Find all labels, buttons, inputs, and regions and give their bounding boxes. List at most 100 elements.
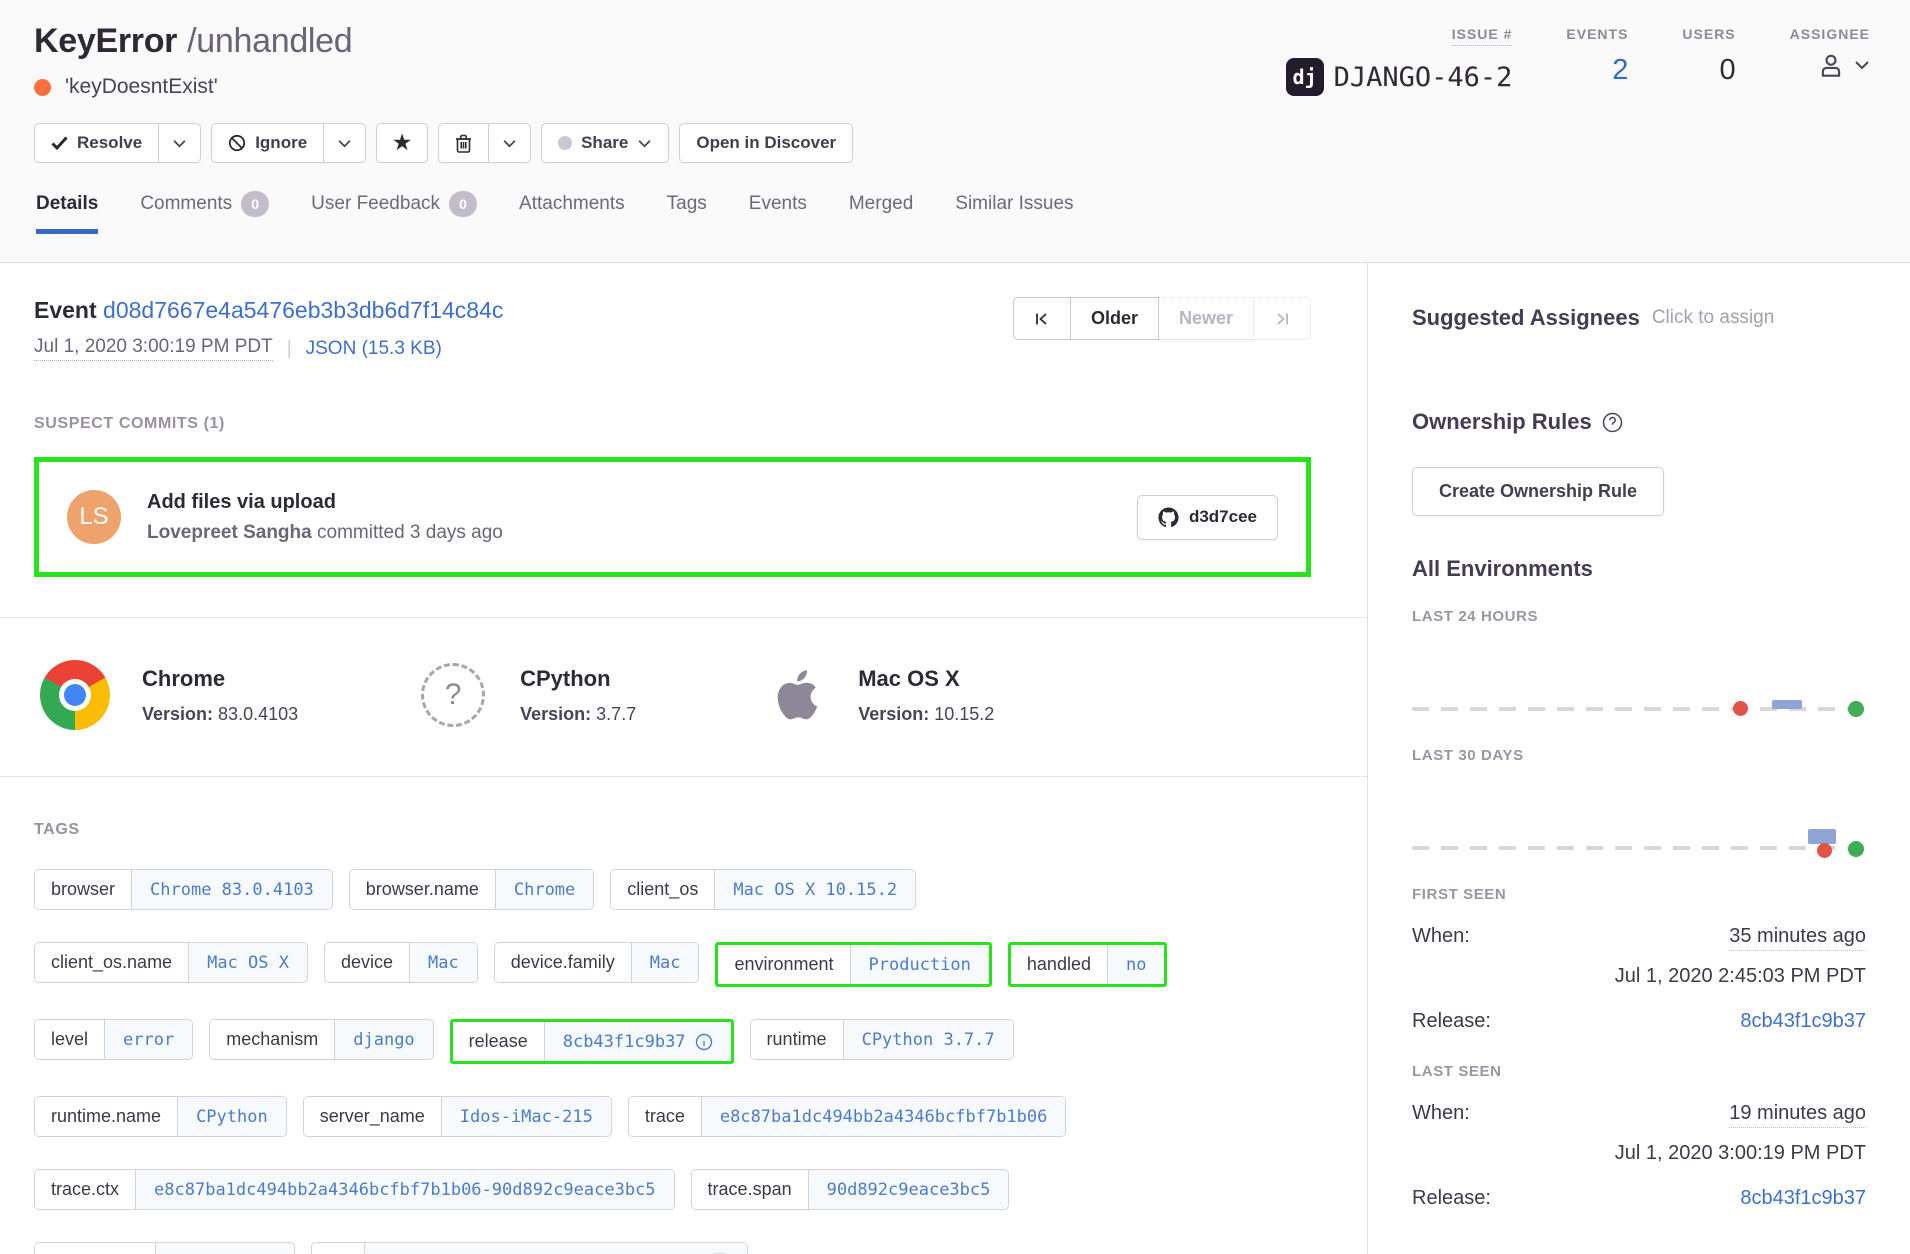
tag-value-link[interactable]: django <box>334 1020 432 1059</box>
tab-label: Comments <box>140 193 232 215</box>
tag-browser.name: browser.nameChrome <box>349 869 594 910</box>
trash-icon <box>455 134 472 153</box>
avatar: LS <box>67 490 121 544</box>
bookmark-button[interactable]: ★ <box>376 123 428 163</box>
release-label: Release: <box>1412 1010 1491 1033</box>
events-count[interactable]: 2 <box>1612 54 1628 87</box>
tag-value-link[interactable]: Mac <box>631 943 699 982</box>
tab-similar-issues[interactable]: Similar Issues <box>955 191 1073 233</box>
assignee-dropdown[interactable] <box>1816 50 1870 80</box>
resolve-dropdown-button[interactable] <box>159 123 201 163</box>
page-title: KeyError/unhandled <box>34 22 352 61</box>
tag-value-link[interactable]: http://localhost:8000/unhandled <box>364 1243 746 1254</box>
suspect-commit-row: LS Add files via upload Lovepreet Sangha… <box>34 457 1311 577</box>
tab-badge: 0 <box>449 191 477 217</box>
tag-key: transaction <box>35 1243 155 1254</box>
oldest-event-button[interactable] <box>1013 297 1071 340</box>
when-label: When: <box>1412 1102 1470 1125</box>
first-seen-absolute: Jul 1, 2020 2:45:03 PM PDT <box>1412 965 1866 988</box>
delete-dropdown-button[interactable] <box>489 123 531 163</box>
skip-to-latest-button[interactable] <box>1254 297 1311 340</box>
event-id-link[interactable]: d08d7667e4a5476eb3b3db6d7f14c84c <box>103 297 503 323</box>
delete-button[interactable] <box>438 123 489 163</box>
tag-value-link[interactable]: no <box>1107 945 1164 984</box>
tag-value-link[interactable]: Production <box>850 945 989 984</box>
last-seen-release-link[interactable]: 8cb43f1c9b37 <box>1740 1187 1866 1210</box>
suggested-assignees-title: Suggested Assignees <box>1412 305 1640 331</box>
tag-value-link[interactable]: error <box>104 1020 192 1059</box>
tags-heading: TAGS <box>34 821 1311 839</box>
create-ownership-rule-button[interactable]: Create Ownership Rule <box>1412 467 1664 516</box>
tab-label: Merged <box>849 193 913 215</box>
release-label: Release: <box>1412 1187 1491 1210</box>
tag-value-link[interactable]: Mac OS X <box>188 943 307 982</box>
click-to-assign-hint: Click to assign <box>1652 307 1775 329</box>
tag-value-link[interactable]: 8cb43f1c9b37 <box>544 1022 731 1061</box>
tab-user-feedback[interactable]: User Feedback0 <box>311 191 477 233</box>
chevron-down-icon <box>637 139 652 148</box>
tag-value-link[interactable]: 90d892c9eace3bc5 <box>808 1170 1009 1209</box>
tag-release: release8cb43f1c9b37 <box>450 1019 734 1064</box>
tag-value-link[interactable]: Mac <box>409 943 477 982</box>
tag-key: url <box>312 1243 364 1254</box>
tab-label: Events <box>749 193 807 215</box>
commit-sha-button[interactable]: d3d7cee <box>1137 495 1278 540</box>
event-timestamp: Jul 1, 2020 3:00:19 PM PDT <box>34 336 273 361</box>
chevron-down-icon <box>337 139 352 148</box>
tag-value-link[interactable]: e8c87ba1dc494bb2a4346bcfbf7b1b06 <box>701 1097 1066 1136</box>
tag-value-link[interactable]: e8c87ba1dc494bb2a4346bcfbf7b1b06-90d892c… <box>135 1170 674 1209</box>
last-seen-relative: 19 minutes ago <box>1729 1102 1866 1128</box>
tab-attachments[interactable]: Attachments <box>519 191 625 233</box>
tag-value-link[interactable]: Chrome <box>495 870 593 909</box>
context-name: Chrome <box>142 666 298 692</box>
tab-comments[interactable]: Comments0 <box>140 191 269 233</box>
tag-key: device <box>325 943 409 982</box>
commit-time: committed 3 days ago <box>312 522 503 543</box>
events-label: EVENTS <box>1566 26 1628 42</box>
commit-message: Add files via upload <box>147 491 1137 514</box>
older-event-button[interactable]: Older <box>1071 297 1159 340</box>
tag-value-link[interactable]: /unhandled <box>155 1243 294 1254</box>
tag-value-link[interactable]: CPython <box>177 1097 286 1136</box>
mute-icon <box>228 134 246 152</box>
event-json-link[interactable]: JSON (15.3 KB) <box>306 338 442 360</box>
help-icon[interactable] <box>1602 412 1623 433</box>
tag-key: client_os.name <box>35 943 188 982</box>
skip-to-last-icon <box>1274 311 1290 327</box>
newer-event-button[interactable]: Newer <box>1159 297 1254 340</box>
ignore-button[interactable]: Ignore <box>211 123 324 163</box>
tab-merged[interactable]: Merged <box>849 191 913 233</box>
first-seen-relative: 35 minutes ago <box>1729 925 1866 951</box>
tag-value-link[interactable]: Idos-iMac-215 <box>441 1097 611 1136</box>
tab-events[interactable]: Events <box>749 191 807 233</box>
tag-key: level <box>35 1020 104 1059</box>
issue-type: KeyError <box>34 22 177 60</box>
open-in-discover-button[interactable]: Open in Discover <box>679 123 853 163</box>
first-seen-marker <box>1733 701 1748 716</box>
last-24-hours-label: LAST 24 HOURS <box>1412 608 1866 625</box>
version-value: 83.0.4103 <box>218 704 298 724</box>
tag-value-link[interactable]: CPython 3.7.7 <box>843 1020 1013 1059</box>
tab-details[interactable]: Details <box>36 191 98 233</box>
ignore-dropdown-button[interactable] <box>324 123 366 163</box>
tag-key: release <box>453 1022 544 1061</box>
last-30-days-label: LAST 30 DAYS <box>1412 747 1866 764</box>
issue-number-label: ISSUE # <box>1452 26 1513 46</box>
info-icon[interactable] <box>695 1033 713 1051</box>
tab-tags[interactable]: Tags <box>667 191 707 233</box>
last-seen-label: LAST SEEN <box>1412 1063 1866 1080</box>
tag-transaction: transaction/unhandled <box>34 1242 295 1254</box>
event-contexts: Chrome Version: 83.0.4103 ? CPython Vers… <box>0 617 1367 777</box>
first-seen-release-link[interactable]: 8cb43f1c9b37 <box>1740 1010 1866 1033</box>
users-label: USERS <box>1682 26 1735 42</box>
chevron-down-icon <box>1854 60 1870 70</box>
chevron-down-icon <box>502 139 517 148</box>
tag-value-link[interactable]: Chrome 83.0.4103 <box>131 870 332 909</box>
issue-path: /unhandled <box>187 22 352 60</box>
event-label: Event <box>34 297 97 323</box>
runtime-context-card: ? CPython Version: 3.7.7 <box>418 660 636 730</box>
tag-value-link[interactable]: Mac OS X 10.15.2 <box>714 870 915 909</box>
users-count[interactable]: 0 <box>1720 54 1736 87</box>
resolve-button[interactable]: Resolve <box>34 123 159 163</box>
share-button[interactable]: Share <box>541 123 669 163</box>
